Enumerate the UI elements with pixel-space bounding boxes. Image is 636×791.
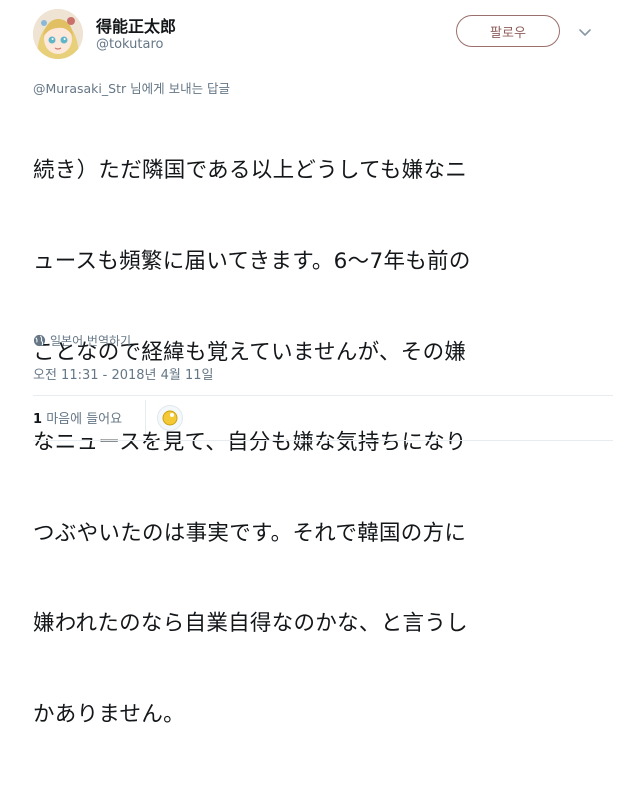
tweet-card: 得能正太郎 @tokutaro 팔로우 @Murasaki_Str 님에게 보내… [0, 0, 636, 727]
tweet-timestamp: 오전 11:31 - 2018년 4월 11일 [33, 368, 214, 383]
translate-link[interactable]: 일본어 번역하기 [33, 332, 131, 349]
tweet-text-line: 嫌われたのなら自業自得なのかな、と言うし [33, 611, 468, 637]
user-avatar-illustration [33, 9, 83, 59]
divider [33, 440, 613, 441]
reply-context: @Murasaki_Str 님에게 보내는 답글 [33, 78, 230, 97]
tweet-text-line: かありません。 [33, 702, 185, 728]
chevron-down-icon[interactable] [577, 24, 593, 40]
likes-count[interactable]: 1 마음에 들어요 [33, 408, 122, 427]
liker-avatar-icon [162, 410, 178, 426]
tweet-text: 続き）ただ隣国である以上どうしても嫌なニ ュースも頻繁に届いてきます。6〜7年も… [33, 96, 613, 791]
translate-label[interactable]: 일본어 번역하기 [50, 332, 131, 349]
likes-number: 1 [33, 412, 43, 427]
author-display-name[interactable]: 得能正太郎 [96, 13, 176, 37]
author-handle[interactable]: @tokutaro [96, 37, 164, 52]
user-avatar[interactable] [33, 9, 83, 59]
globe-icon [33, 334, 46, 347]
tweet-text-line: ュースも頻繁に届いてきます。6〜7年も前の [33, 249, 471, 275]
divider [33, 395, 613, 396]
likes-label: 마음에 들어요 [46, 412, 123, 427]
reply-suffix: 님에게 보내는 답글 [126, 81, 231, 96]
reply-mention-link[interactable]: @Murasaki_Str [33, 81, 126, 96]
follow-button[interactable]: 팔로우 [456, 15, 560, 47]
stats-divider [145, 400, 146, 434]
liker-avatar[interactable] [157, 405, 183, 431]
tweet-text-line: なニュースを見て、自分も嫌な気持ちになり [33, 430, 467, 456]
tweet-text-line: つぶやいたのは事実です。それで韓国の方に [33, 520, 467, 546]
tweet-text-line: 続き）ただ隣国である以上どうしても嫌なニ [33, 158, 468, 184]
